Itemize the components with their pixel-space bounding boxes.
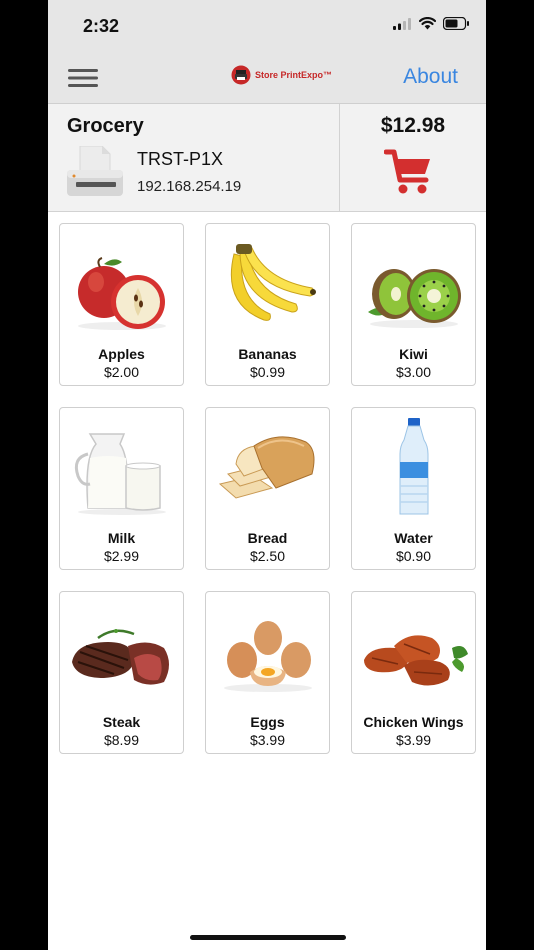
product-card-bread[interactable]: Bread $2.50 bbox=[205, 407, 330, 570]
printer-ip-address: 192.168.254.19 bbox=[137, 178, 242, 195]
eggs-image bbox=[224, 621, 312, 692]
store-title: Grocery bbox=[67, 115, 144, 137]
product-price: $2.99 bbox=[103, 548, 140, 564]
product-card-bananas[interactable]: Bananas $0.99 bbox=[205, 223, 330, 386]
brand-name: Store PrintExpo™ bbox=[255, 70, 333, 80]
product-name: Bananas bbox=[238, 346, 297, 362]
product-name: Steak bbox=[102, 714, 141, 730]
cellular-signal-icon bbox=[393, 17, 411, 30]
bread-image bbox=[218, 436, 315, 499]
cart-total: $12.98 bbox=[380, 114, 446, 137]
shopping-cart-icon[interactable] bbox=[384, 148, 434, 196]
product-price: $3.00 bbox=[395, 364, 432, 380]
apples-image bbox=[78, 257, 166, 330]
brand-logo: Store PrintExpo™ bbox=[231, 65, 332, 85]
status-time: 2:32 bbox=[83, 16, 120, 36]
printer-name: TRST-P1X bbox=[137, 149, 224, 169]
hamburger-menu-icon[interactable] bbox=[67, 66, 99, 90]
product-name: Eggs bbox=[250, 714, 285, 730]
product-price: $8.99 bbox=[103, 732, 140, 748]
water-bottle-image bbox=[399, 418, 429, 515]
chicken-wings-image bbox=[364, 635, 468, 686]
product-price: $2.50 bbox=[249, 548, 286, 564]
product-price: $2.00 bbox=[103, 364, 140, 380]
wifi-icon bbox=[419, 17, 436, 30]
product-name: Kiwi bbox=[399, 346, 428, 362]
product-card-apples[interactable]: Apples $2.00 bbox=[59, 223, 184, 386]
product-name: Apples bbox=[98, 346, 145, 362]
product-card-chicken-wings[interactable]: Chicken Wings $3.99 bbox=[351, 591, 476, 754]
battery-icon bbox=[443, 17, 469, 30]
product-price: $3.99 bbox=[249, 732, 286, 748]
product-name: Water bbox=[394, 530, 433, 546]
bananas-image bbox=[230, 244, 316, 321]
product-name: Bread bbox=[247, 530, 288, 546]
kiwi-image bbox=[368, 269, 461, 328]
status-icons bbox=[393, 17, 470, 30]
product-card-eggs[interactable]: Eggs $3.99 bbox=[205, 591, 330, 754]
receipt-printer-icon[interactable] bbox=[66, 146, 124, 198]
product-card-milk[interactable]: Milk $2.99 bbox=[59, 407, 184, 570]
product-price: $0.90 bbox=[395, 548, 432, 564]
home-indicator[interactable] bbox=[190, 935, 346, 940]
product-card-steak[interactable]: Steak $8.99 bbox=[59, 591, 184, 754]
product-name: Chicken Wings bbox=[363, 714, 464, 730]
printer-logo-icon bbox=[231, 65, 251, 85]
navigation-bar: Store PrintExpo™ About bbox=[48, 52, 486, 104]
product-card-kiwi[interactable]: Kiwi $3.00 bbox=[351, 223, 476, 386]
product-price: $0.99 bbox=[249, 364, 286, 380]
order-header: Grocery TRST-P1X 192.168.254.19 $12.98 bbox=[48, 104, 486, 212]
product-name: Milk bbox=[107, 530, 136, 546]
product-card-water[interactable]: Water $0.90 bbox=[351, 407, 476, 570]
app-screen: 2:32 Store PrintExpo™ About Grocery TRST… bbox=[48, 0, 486, 950]
status-bar: 2:32 bbox=[48, 0, 486, 52]
about-button[interactable]: About bbox=[403, 65, 458, 89]
product-price: $3.99 bbox=[395, 732, 432, 748]
milk-image bbox=[74, 433, 166, 515]
steak-image bbox=[72, 629, 169, 685]
